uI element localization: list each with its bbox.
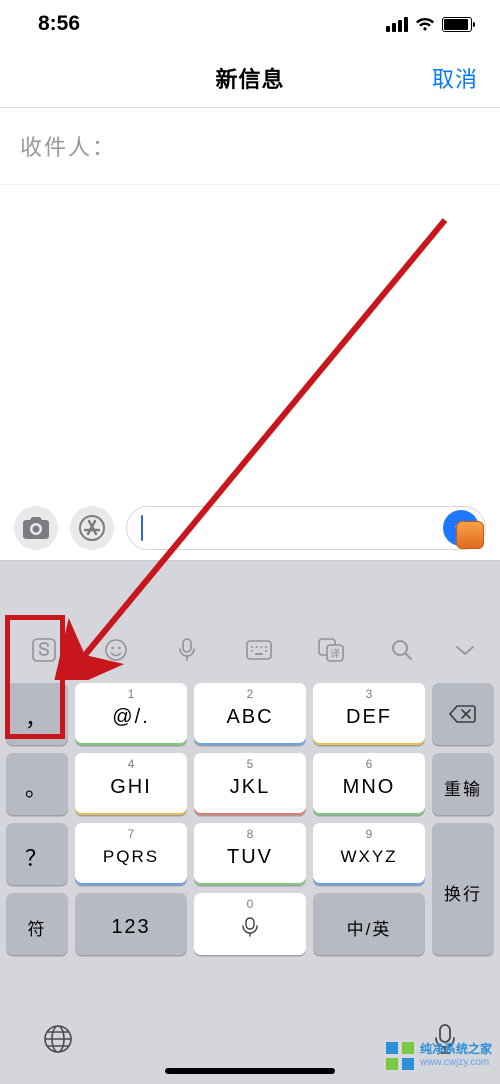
recipient-label: 收件人： xyxy=(20,135,116,160)
keypad: ， 1@/. 2ABC 3DEF 。 4GHI 5JKL 6MNO 重输 ？ 7… xyxy=(0,679,500,955)
chevron-down-icon xyxy=(454,643,476,657)
key-symbol[interactable]: 符 xyxy=(6,893,68,955)
search-button[interactable] xyxy=(366,638,438,662)
globe-icon xyxy=(42,1023,74,1055)
nav-bar: 新信息 取消 xyxy=(0,48,500,108)
keyboard-toolbar: 译 xyxy=(0,621,500,679)
key-5[interactable]: 5JKL xyxy=(194,753,306,815)
key-3[interactable]: 3DEF xyxy=(313,683,425,745)
appstore-button[interactable] xyxy=(70,506,114,550)
key-6[interactable]: 6MNO xyxy=(313,753,425,815)
keyboard: 译 ， 1@/. 2ABC 3DEF 。 4GHI 5JKL 6MNO 重输 xyxy=(0,560,500,1084)
key-language[interactable]: 中/英 xyxy=(313,893,425,955)
keyboard-candidate-bar[interactable] xyxy=(0,561,500,621)
mic-small-icon xyxy=(239,917,261,937)
key-2[interactable]: 2ABC xyxy=(194,683,306,745)
emoji-icon xyxy=(103,637,129,663)
message-input-bar xyxy=(0,496,500,560)
collapse-keyboard-button[interactable] xyxy=(438,643,492,657)
key-enter[interactable]: 换行 xyxy=(432,823,494,955)
camera-icon xyxy=(23,517,49,539)
key-comma[interactable]: ， xyxy=(6,683,68,745)
watermark-title: 纯净系统之家 xyxy=(420,1042,492,1056)
keyboard-avatar-icon[interactable] xyxy=(456,521,484,549)
key-backspace[interactable] xyxy=(432,683,494,745)
translate-button[interactable]: 译 xyxy=(295,637,367,663)
keyboard-switch-button[interactable] xyxy=(223,639,295,661)
emoji-button[interactable] xyxy=(80,637,152,663)
status-time: 8:56 xyxy=(38,12,80,36)
key-retype[interactable]: 重输 xyxy=(432,753,494,815)
cellular-signal-icon xyxy=(386,17,408,32)
text-caret xyxy=(141,515,143,541)
key-4[interactable]: 4GHI xyxy=(75,753,187,815)
key-123[interactable]: 123 xyxy=(75,893,187,955)
translate-icon: 译 xyxy=(317,637,345,663)
key-8[interactable]: 8TUV xyxy=(194,823,306,885)
sogou-s-icon xyxy=(31,637,57,663)
status-right xyxy=(386,17,472,32)
home-indicator[interactable] xyxy=(165,1068,335,1074)
mic-icon xyxy=(176,637,198,663)
watermark: 纯净系统之家 www.cwjzy.com xyxy=(386,1042,492,1070)
key-9[interactable]: 9WXYZ xyxy=(313,823,425,885)
svg-text:译: 译 xyxy=(330,648,340,660)
keyboard-icon xyxy=(245,639,273,661)
key-question[interactable]: ？ xyxy=(6,823,68,885)
cancel-button[interactable]: 取消 xyxy=(432,62,478,94)
message-input[interactable] xyxy=(126,506,486,550)
voice-button[interactable] xyxy=(151,637,223,663)
key-space[interactable]: 0 xyxy=(194,893,306,955)
watermark-url: www.cwjzy.com xyxy=(420,1056,492,1070)
key-7[interactable]: 7PQRS xyxy=(75,823,187,885)
key-period[interactable]: 。 xyxy=(6,753,68,815)
search-icon xyxy=(390,638,414,662)
backspace-icon xyxy=(448,703,478,725)
watermark-logo-icon xyxy=(386,1042,414,1070)
recipient-field[interactable]: 收件人： xyxy=(0,108,500,185)
sogou-logo-button[interactable] xyxy=(8,637,80,663)
appstore-icon xyxy=(79,515,105,541)
camera-button[interactable] xyxy=(14,506,58,550)
key-1[interactable]: 1@/. xyxy=(75,683,187,745)
wifi-icon xyxy=(415,17,435,32)
battery-icon xyxy=(442,17,472,32)
globe-button[interactable] xyxy=(42,1023,74,1060)
page-title: 新信息 xyxy=(215,62,284,94)
status-bar: 8:56 xyxy=(0,0,500,48)
